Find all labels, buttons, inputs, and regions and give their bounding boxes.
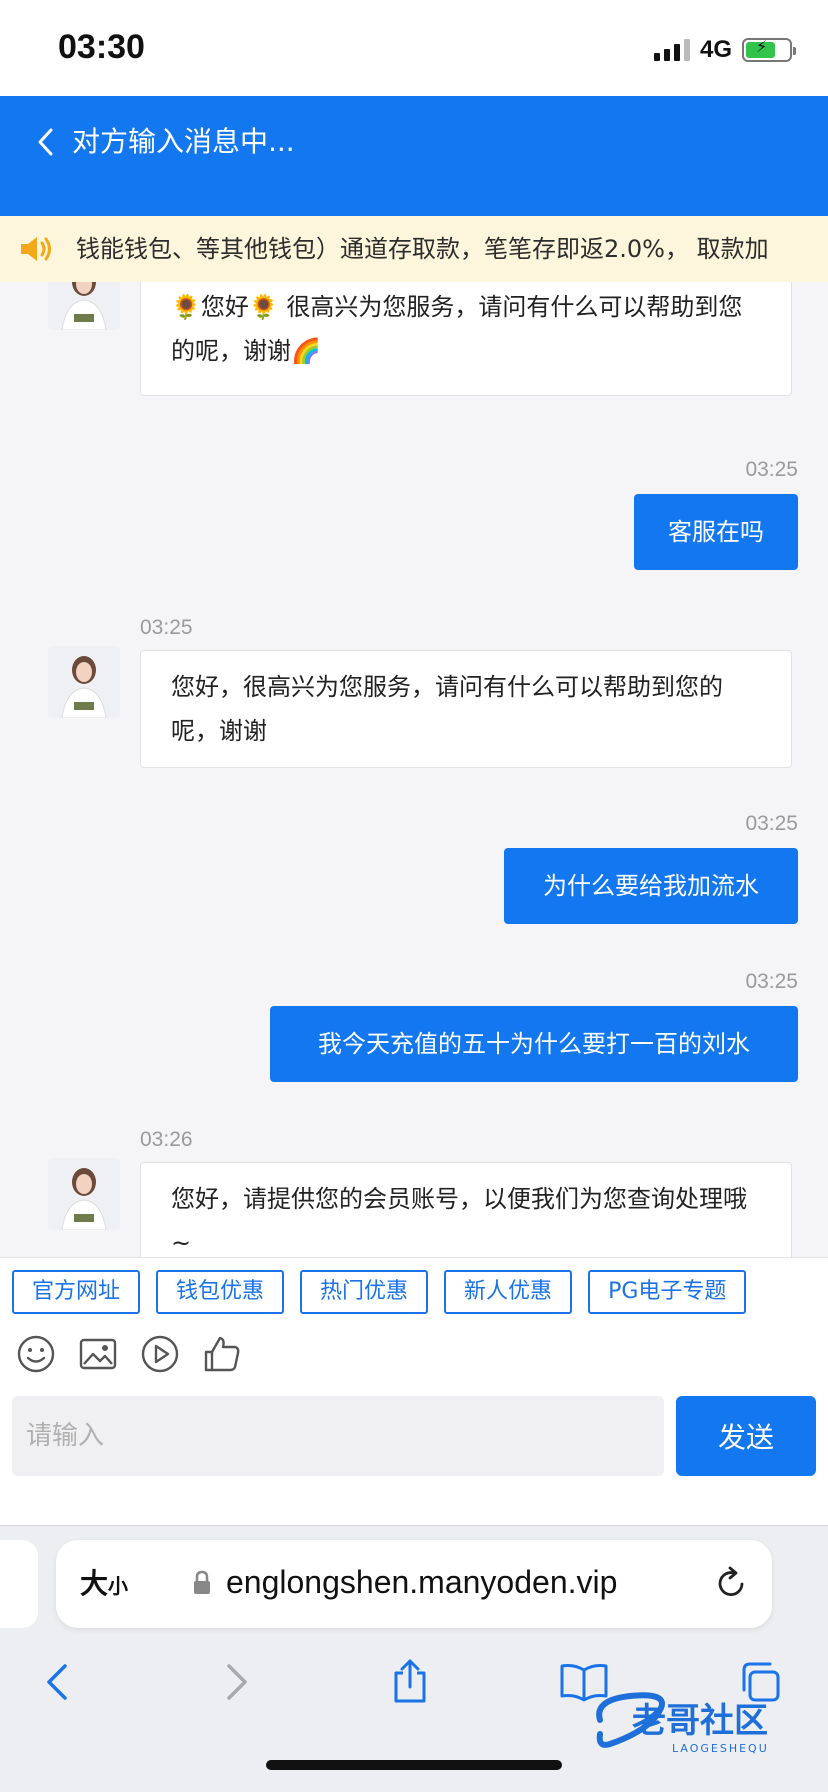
quick-link-official-site[interactable]: 官方网址 (12, 1270, 141, 1314)
chat-composer: 官方网址 钱包优惠 热门优惠 新人优惠 PG电子专题 发送 (0, 1257, 828, 1525)
quick-link-hot-promo[interactable]: 热门优惠 (300, 1270, 429, 1314)
lock-icon (194, 1570, 210, 1594)
send-button[interactable]: 发送 (676, 1396, 816, 1476)
chat-header: 对方输入消息中... (0, 96, 828, 216)
user-message-bubble: 客服在吗 (634, 494, 798, 570)
text-size-button[interactable]: 大小 (80, 1562, 128, 1602)
message-input[interactable] (12, 1396, 664, 1476)
message-timestamp: 03:25 (745, 812, 798, 835)
user-message-bubble: 为什么要给我加流水 (504, 848, 798, 924)
agent-message-bubble: 您好，请提供您的会员账号，以便我们为您查询处理哦~ (140, 1162, 792, 1257)
network-type: 4G (699, 36, 732, 63)
address-bar[interactable]: 大小 englongshen.manyoden.vip (56, 1540, 772, 1628)
notice-text: 钱能钱包、等其他钱包）通道存取款，笔笔存即返2.0%， 取款加 (76, 235, 769, 263)
back-icon[interactable] (28, 1652, 88, 1712)
speaker-icon (21, 237, 51, 261)
signal-icon (653, 39, 690, 61)
image-icon[interactable] (78, 1334, 118, 1374)
user-message-bubble: 我今天充值的五十为什么要打一百的刘水 (270, 1006, 798, 1082)
reload-icon[interactable] (712, 1564, 750, 1602)
message-timestamp: 03:25 (745, 458, 798, 481)
status-indicators: 4G (653, 36, 796, 64)
message-timestamp: 03:25 (745, 970, 798, 993)
home-indicator[interactable] (266, 1760, 562, 1770)
watermark-logo: 老哥社区 LAOGESHEQU (596, 1692, 769, 1755)
watermark-text: 老哥社区 (632, 1701, 768, 1741)
url-text: englongshen.manyoden.vip (226, 1564, 618, 1600)
agent-message-bubble: 🌻您好🌻 很高兴为您服务，请问有什么可以帮助到您的呢，谢谢🌈 (140, 282, 792, 396)
status-bar: 03:30 4G (0, 0, 828, 96)
thumbs-up-icon[interactable] (202, 1334, 242, 1374)
text-size-small: 小 (108, 1574, 129, 1598)
chat-message-list[interactable]: 🌻您好🌻 很高兴为您服务，请问有什么可以帮助到您的呢，谢谢🌈 03:25 客服在… (0, 282, 828, 1257)
watermark-subtext: LAOGESHEQU (672, 1742, 769, 1755)
forward-icon[interactable] (206, 1652, 266, 1712)
battery-icon (742, 37, 796, 62)
quick-links: 官方网址 钱包优惠 热门优惠 新人优惠 PG电子专题 (12, 1270, 747, 1314)
quick-link-wallet-promo[interactable]: 钱包优惠 (156, 1270, 285, 1314)
composer-toolbar (16, 1334, 242, 1374)
back-arrow-icon[interactable] (30, 122, 60, 162)
previous-tab-preview[interactable] (0, 1540, 38, 1628)
message-timestamp: 03:25 (140, 616, 193, 639)
agent-avatar (48, 1158, 120, 1230)
agent-avatar (48, 282, 120, 330)
header-title: 对方输入消息中... (72, 125, 295, 158)
status-time: 03:30 (58, 28, 145, 66)
text-size-big: 大 (80, 1567, 109, 1600)
video-icon[interactable] (140, 1334, 180, 1374)
emoji-icon[interactable] (16, 1334, 56, 1374)
message-timestamp: 03:26 (140, 1128, 193, 1151)
share-icon[interactable] (380, 1652, 440, 1712)
agent-avatar (48, 646, 120, 718)
notice-bar[interactable]: 钱能钱包、等其他钱包）通道存取款，笔笔存即返2.0%， 取款加 (0, 216, 828, 282)
agent-message-bubble: 您好，很高兴为您服务，请问有什么可以帮助到您的呢，谢谢 (140, 650, 792, 768)
quick-link-newcomer-promo[interactable]: 新人优惠 (444, 1270, 573, 1314)
quick-link-pg-games[interactable]: PG电子专题 (588, 1270, 747, 1314)
